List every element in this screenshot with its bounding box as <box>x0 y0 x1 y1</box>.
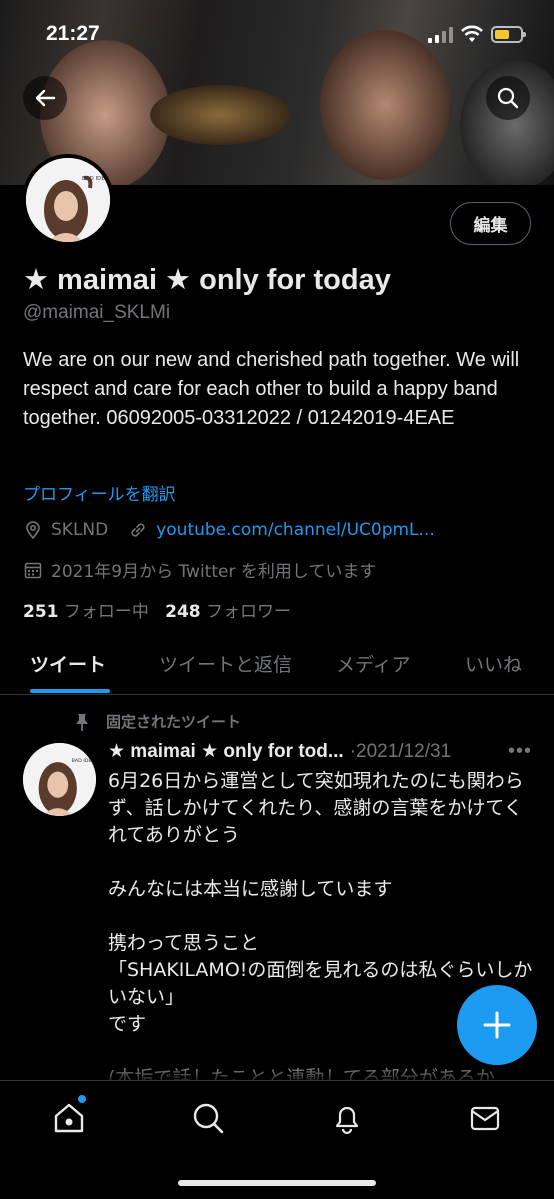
cellular-signal-icon <box>428 27 453 43</box>
compose-tweet-button[interactable] <box>457 985 537 1065</box>
followers-link[interactable]: 248 フォロワー <box>165 602 291 622</box>
bell-icon[interactable] <box>330 1101 364 1135</box>
mail-icon[interactable] <box>468 1101 502 1135</box>
profile-avatar[interactable]: BAD IDEA <box>22 154 114 246</box>
translate-profile-link[interactable]: プロフィールを翻訳 <box>23 480 176 505</box>
home-notification-dot <box>78 1095 86 1103</box>
pinned-label: 固定されたツイート <box>72 711 241 732</box>
tab-tweets-and-replies[interactable]: ツイートと返信 <box>159 650 292 677</box>
compose-plus-icon <box>483 1011 511 1039</box>
status-time: 21:27 <box>46 22 100 45</box>
profile-meta-joined: 2021年9月から Twitter を利用しています <box>23 557 376 582</box>
following-link[interactable]: 251 フォロー中 <box>23 602 149 622</box>
location-icon <box>26 521 40 540</box>
battery-icon <box>491 26 526 43</box>
tweet-date: ·2021/12/31 <box>349 740 452 762</box>
avatar-image: BAD IDEA <box>26 158 110 242</box>
profile-bio: We are on our new and cherished path tog… <box>23 349 520 429</box>
back-arrow-icon <box>35 89 56 107</box>
joined-text: 2021年9月から Twitter を利用しています <box>51 562 377 582</box>
profile-website-link[interactable]: youtube.com/channel/UC0pmL... <box>156 520 435 540</box>
back-button[interactable] <box>23 76 67 120</box>
avatar-image: BAD IDEA <box>23 743 96 816</box>
tweet-header: ★ maimai ★ only for tod... ·2021/12/31 <box>108 740 451 763</box>
active-tab-indicator <box>30 689 110 693</box>
svg-text:BAD IDEA: BAD IDEA <box>82 176 109 182</box>
wifi-icon <box>461 25 483 42</box>
edit-profile-button[interactable]: 編集 <box>450 202 531 245</box>
home-icon[interactable] <box>52 1101 86 1135</box>
home-indicator-bar <box>178 1180 376 1186</box>
follow-stats: 251 フォロー中 248 フォロワー <box>23 597 291 622</box>
search-button[interactable] <box>486 76 530 120</box>
tweet-author-avatar[interactable]: BAD IDEA <box>23 743 96 816</box>
tab-likes[interactable]: いいね <box>465 650 522 677</box>
more-icon[interactable]: ••• <box>508 740 532 763</box>
link-icon <box>131 523 145 537</box>
profile-meta-location: SKLND youtube.com/channel/UC0pmL... <box>23 520 435 540</box>
explore-search-icon[interactable] <box>191 1101 225 1135</box>
profile-tabs: ツイート ツイートと返信 メディア いいね <box>0 640 554 695</box>
pin-icon <box>76 713 88 731</box>
svg-text:BAD IDEA: BAD IDEA <box>72 758 96 764</box>
search-icon <box>497 87 519 109</box>
calendar-icon <box>24 562 42 578</box>
tab-tweets[interactable]: ツイート <box>30 650 106 677</box>
profile-handle: @maimai_SKLMi <box>23 302 171 323</box>
profile-name: ★ maimai ★ only for today <box>23 264 391 296</box>
status-bar: 21:27 <box>0 0 554 70</box>
location-text: SKLND <box>51 520 109 540</box>
tweet-author-name[interactable]: ★ maimai ★ only for tod... <box>108 740 344 763</box>
tab-media[interactable]: メディア <box>336 650 411 677</box>
